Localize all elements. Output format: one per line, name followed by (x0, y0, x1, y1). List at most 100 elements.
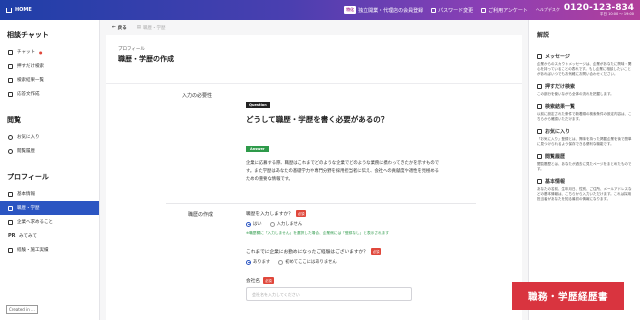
career-question: 職歴を入力しますか？ 必須 (246, 210, 412, 217)
breadcrumb-current-label: 職歴・学歴 (143, 25, 166, 31)
question-badge: Question (246, 102, 270, 108)
sidebar-item-label: 基本情報 (17, 192, 35, 197)
tap-icon (8, 63, 13, 69)
explain-head: 閲覧履歴 (545, 154, 566, 160)
sidebar-item-chat[interactable]: チャット ● (0, 45, 99, 59)
breadcrumb-current: ▤ 職歴・学歴 (137, 25, 166, 31)
sidebar-item-reply-draft[interactable]: 応答文作成 (0, 87, 99, 101)
sidebar-item-history[interactable]: 閲覧履歴 (0, 144, 99, 158)
radio-no[interactable]: 入力しません (269, 221, 303, 227)
explain-history: 閲覧履歴 閲覧履歴とは、あなたが過去に見たページをまとめたものです。 (537, 153, 632, 172)
document-icon (8, 91, 13, 97)
list-icon (8, 77, 13, 83)
radio-label: 初めてここにはありません (285, 260, 337, 265)
key-icon (431, 7, 437, 13)
explain-push-search: 押すだけ検索 この部分を使いながら全体の流れを把握します。 (537, 83, 632, 97)
question-title: どうして職歴・学歴を書く必要があるの？ (246, 115, 389, 124)
id-card-icon (8, 191, 13, 197)
survey-icon (481, 7, 487, 13)
mail-icon (537, 54, 542, 59)
heart-icon (8, 134, 13, 140)
answer-line: す。また学歴はあなたの基礎学力や専門分野を採用担当者に伝え、会社への貢献度や適性… (246, 169, 439, 174)
radio-no-experience[interactable]: 初めてここにはありません (278, 259, 337, 265)
sidebar-item-label: 経験・施工実績 (17, 248, 49, 253)
survey-label: ご利用アンケート (488, 7, 528, 14)
tools-icon (8, 247, 13, 253)
home-link[interactable]: HOME (0, 7, 100, 13)
radio-label: あります (253, 260, 271, 265)
member-register-link[interactable]: 特化 独立開業・代理店の会員登録 (344, 6, 423, 14)
password-change-link[interactable]: パスワード変更 (431, 7, 473, 14)
required-badge: 必須 (370, 248, 382, 255)
company-name-label: 会社名 (246, 278, 261, 284)
employment-radio-group: あります 初めてここにはありません (246, 259, 412, 265)
phone-hours: 平日 10:00 〜 19:00 (599, 11, 634, 16)
explain-body: あなたの名前、生年月日、性別、ご住所、メールアドレスなどの基本情報は、こちらから… (537, 187, 632, 201)
help-desk[interactable]: ヘルプデスク 0120-123-834 平日 10:00 〜 19:00 (536, 3, 634, 17)
section-divider (166, 203, 476, 204)
special-tag: 特化 (344, 6, 357, 14)
answer-badge: Answer (246, 146, 269, 152)
back-button[interactable]: ← 戻る (112, 25, 127, 31)
sidebar-item-label: みてみて (19, 234, 37, 239)
explain-message: メッセージ 企業からのスカウトメッセージは、企業があなたに興味・関心を持っている… (537, 53, 632, 77)
career-question-label: 職歴を入力しますか？ (246, 211, 293, 217)
sidebar-item-push-search[interactable]: 押すだけ検索 (0, 59, 99, 73)
sidebar-item-label: 閲覧履歴 (17, 149, 35, 154)
home-icon (6, 7, 12, 13)
employment-question: これまでに企業にお勤めになったご経験はございますか？ 必須 (246, 248, 412, 255)
main-content: ← 戻る ▤ 職歴・学歴 プロフィール 職歴・学歴の作成 入力の必要性 Ques… (100, 20, 528, 320)
resume-banner: 職務・学歴経歴書 (512, 282, 624, 310)
top-bar: HOME 特化 独立開業・代理店の会員登録 パスワード変更 ご利用アンケート ヘ… (0, 0, 640, 20)
required-badge: 必須 (295, 210, 307, 217)
arrow-left-icon: ← (112, 25, 116, 30)
explain-head: 検索結果一覧 (545, 104, 576, 110)
radio-label: 入力しません (276, 222, 303, 227)
form-card: プロフィール 職歴・学歴の作成 入力の必要性 Question どうして職歴・学… (106, 35, 522, 320)
sidebar-item-requirements[interactable]: 企業へ求めること (0, 215, 99, 229)
radio-empty-icon (269, 221, 275, 227)
tap-icon (537, 84, 542, 89)
career-label: 職歴の作成 (188, 212, 214, 218)
required-badge: 必須 (263, 277, 274, 284)
sidebar-item-experience[interactable]: 経験・施工実績 (0, 243, 99, 257)
answer-line: ための重要な情報です。 (246, 177, 293, 182)
radio-yes[interactable]: はい (246, 221, 262, 227)
qa-block: Question どうして職歴・学歴を書く必要があるの？ Answer 企業に応… (246, 91, 472, 184)
career-form: 職歴を入力しますか？ 必須 はい 入力しません ※職歴欄に「入力しません」を選択… (246, 210, 412, 301)
radio-empty-icon (278, 259, 284, 265)
sidebar-item-label: 職歴・学歴 (17, 206, 40, 211)
employment-question-label: これまでに企業にお勤めになったご経験はございますか？ (246, 249, 368, 255)
explain-head: お気に入り (545, 129, 571, 135)
explanation-panel: 解説 メッセージ 企業からのスカウトメッセージは、企業があなたに興味・関心を持っ… (528, 20, 640, 320)
explain-body: この部分を使いながら全体の流れを把握します。 (537, 92, 614, 96)
radio-label: はい (253, 222, 262, 227)
sidebar-item-pr[interactable]: PR みてみて (0, 229, 99, 243)
created-in-credit[interactable]: Created in ... (6, 305, 38, 314)
sidebar-item-search-results[interactable]: 検索結果一覧 (0, 73, 99, 87)
explain-head: メッセージ (545, 54, 570, 60)
sidebar-item-label: 企業へ求めること (17, 220, 53, 225)
book-icon (8, 205, 13, 211)
answer-line: 企業に応募する際、職歴はこれまでどのような企業でどのような業務に携わってきたかを… (246, 161, 440, 166)
page-title: 職歴・学歴の作成 (118, 55, 174, 63)
sidebar-item-career[interactable]: 職歴・学歴 (0, 201, 99, 215)
sidebar-item-label: チャット (17, 50, 35, 55)
list-icon (537, 104, 542, 109)
company-name-label-row: 会社名 必須 (246, 277, 412, 284)
pr-icon: PR (8, 233, 16, 239)
explain-head: 押すだけ検索 (545, 84, 576, 90)
unread-dot: ● (38, 49, 43, 55)
password-change-label: パスワード変更 (438, 7, 474, 14)
survey-link[interactable]: ご利用アンケート (481, 7, 528, 14)
radio-selected-icon (246, 259, 251, 265)
breadcrumb: ← 戻る ▤ 職歴・学歴 (100, 20, 528, 35)
radio-has-experience[interactable]: あります (246, 259, 270, 265)
panel-title: 解説 (537, 32, 550, 39)
member-register-label: 独立開業・代理店の会員登録 (358, 7, 424, 14)
answer-text: 企業に応募する際、職歴はこれまでどのような企業でどのような業務に携わってきたかを… (246, 160, 472, 184)
page-icon: ▤ (136, 25, 142, 30)
sidebar-item-favorites[interactable]: お気に入り (0, 130, 99, 144)
sidebar-item-basic-info[interactable]: 基本情報 (0, 187, 99, 201)
company-name-input[interactable]: 会社名を入力してください (246, 287, 412, 301)
